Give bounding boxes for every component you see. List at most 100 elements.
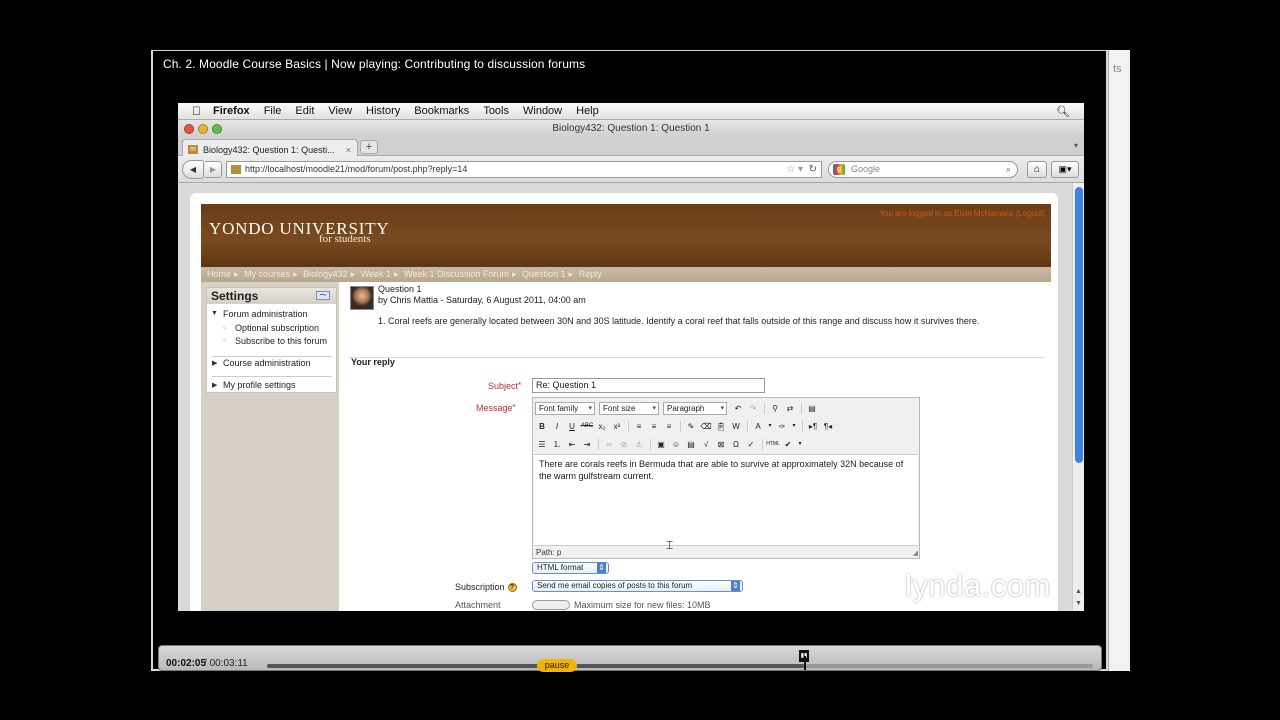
expanded-triangle-icon[interactable]: ▼ — [211, 310, 218, 317]
login-info[interactable]: You are logged in as Elvin McNamara (Log… — [879, 209, 1045, 218]
spotlight-search-icon[interactable]: 🔍︎ — [1056, 105, 1070, 118]
underline-icon[interactable]: U — [565, 420, 579, 433]
rtl-icon[interactable]: ¶◂ — [821, 420, 835, 433]
avatar[interactable] — [350, 286, 374, 310]
indent-icon[interactable]: ⇥ — [580, 438, 594, 451]
italic-icon[interactable]: I — [550, 420, 564, 433]
paste-text-icon[interactable]: 📋︎ — [714, 420, 728, 433]
browser-tab[interactable]: m Biology432: Question 1: Questi... × — [182, 139, 358, 156]
search-box[interactable]: g Google ⌕ — [828, 161, 1018, 178]
bookmark-star-icon[interactable]: ☆ ▾ — [786, 162, 803, 177]
home-button[interactable]: ⌂ — [1027, 161, 1047, 178]
align-center-icon[interactable]: ≡ — [647, 420, 661, 433]
bold-icon[interactable]: B — [535, 420, 549, 433]
scroll-down-icon[interactable]: ▼ — [1075, 600, 1082, 607]
new-tab-button[interactable]: + — [360, 140, 378, 154]
spellcheck-icon[interactable]: ✓ — [744, 438, 758, 451]
dock-block-icon[interactable]: −▫ — [316, 291, 330, 300]
breadcrumb-course[interactable]: Biology432 — [303, 269, 348, 279]
search-icon[interactable]: ⌕ — [1006, 162, 1011, 177]
text-color-icon[interactable]: A — [751, 420, 765, 433]
breadcrumb-my-courses[interactable]: My courses — [244, 269, 290, 279]
menu-help[interactable]: Help — [576, 105, 599, 117]
subscription-select[interactable]: Send me email copies of posts to this fo… — [532, 580, 743, 592]
scrollbar-thumb[interactable] — [1075, 187, 1083, 463]
undo-icon[interactable]: ↶ — [731, 402, 745, 415]
math-icon[interactable]: √ — [699, 438, 713, 451]
course-administration-link[interactable]: Course administration — [223, 358, 311, 368]
subscribe-forum-link[interactable]: Subscribe to this forum — [235, 336, 327, 346]
anchor-icon[interactable]: ⚓︎ — [632, 438, 646, 451]
google-icon[interactable]: g — [833, 164, 845, 175]
scroll-up-icon[interactable]: ▲ — [1075, 588, 1082, 595]
menu-bookmarks[interactable]: Bookmarks — [414, 105, 469, 117]
outdent-icon[interactable]: ⇤ — [565, 438, 579, 451]
font-family-select[interactable]: Font family — [535, 402, 595, 415]
address-bar[interactable]: http://localhost/moodle21/mod/forum/post… — [226, 161, 822, 178]
background-color-icon[interactable]: ✑ — [775, 420, 789, 433]
media-icon[interactable]: ▤ — [684, 438, 698, 451]
numbered-list-icon[interactable]: ⒈ — [550, 438, 564, 451]
find-icon[interactable]: ⚲ — [768, 402, 782, 415]
back-button[interactable]: ◀ — [182, 160, 204, 179]
menu-window[interactable]: Window — [523, 105, 562, 117]
special-char-icon[interactable]: Ω — [729, 438, 743, 451]
menu-history[interactable]: History — [366, 105, 400, 117]
format-select[interactable]: HTML format — [532, 562, 609, 574]
find-replace-icon[interactable]: ⇄ — [783, 402, 797, 415]
subject-input[interactable]: Re: Question 1 — [532, 378, 765, 393]
spellchecker-icon[interactable]: ✔ — [781, 438, 795, 451]
forward-button[interactable]: ▶ — [205, 161, 222, 178]
bullet-list-icon[interactable]: ☰ — [535, 438, 549, 451]
toggle-toolbar-icon[interactable]: ▤ — [805, 402, 819, 415]
html-source-icon[interactable]: HTML — [766, 438, 780, 451]
smiley-icon[interactable]: ☺ — [669, 438, 683, 451]
progress-track[interactable] — [267, 664, 1093, 668]
breadcrumb-home[interactable]: Home — [207, 269, 231, 279]
subscript-icon[interactable]: x₂ — [595, 420, 609, 433]
breadcrumb-week[interactable]: Week 1 — [361, 269, 391, 279]
optional-subscription-link[interactable]: Optional subscription — [235, 323, 319, 333]
paragraph-format-select[interactable]: Paragraph — [663, 402, 727, 415]
menu-edit[interactable]: Edit — [295, 105, 314, 117]
nolink-icon[interactable]: ⊠ — [714, 438, 728, 451]
menu-view[interactable]: View — [328, 105, 352, 117]
background-color-chevron-icon[interactable]: ▾ — [790, 420, 798, 433]
resize-handle-icon[interactable]: ◢ — [913, 549, 918, 557]
reload-icon[interactable]: ↻ — [809, 162, 817, 177]
profile-settings-link[interactable]: My profile settings — [223, 380, 296, 390]
align-left-icon[interactable]: ≡ — [632, 420, 646, 433]
bookmarks-button[interactable]: ▣▾ — [1051, 161, 1079, 178]
help-icon[interactable]: ? — [507, 583, 517, 593]
spellchecker-chevron-icon[interactable]: ▾ — [796, 438, 804, 451]
paste-word-icon[interactable]: W — [729, 420, 743, 433]
tab-close-icon[interactable]: × — [346, 145, 351, 155]
remove-format-icon[interactable]: ⌫ — [699, 420, 713, 433]
menu-file[interactable]: File — [264, 105, 282, 117]
vertical-scrollbar[interactable]: ▲ ▼ — [1072, 183, 1084, 611]
image-icon[interactable]: ▣ — [654, 438, 668, 451]
forum-administration-link[interactable]: Forum administration — [223, 309, 308, 319]
redo-icon[interactable]: ↷ — [746, 402, 760, 415]
breadcrumb-question[interactable]: Question 1 — [522, 269, 566, 279]
attachment-add-button[interactable] — [532, 600, 570, 610]
clean-up-icon[interactable]: ✎ — [684, 420, 698, 433]
align-right-icon[interactable]: ≡ — [662, 420, 676, 433]
text-color-chevron-icon[interactable]: ▾ — [766, 420, 774, 433]
unlink-icon[interactable]: ⊘ — [617, 438, 631, 451]
tab-list-chevron-icon[interactable]: ▾ — [1074, 141, 1078, 150]
apple-menu-icon[interactable]:  — [192, 104, 201, 118]
menu-tools[interactable]: Tools — [483, 105, 509, 117]
menu-firefox[interactable]: Firefox — [213, 105, 250, 117]
ltr-icon[interactable]: ▸¶ — [806, 420, 820, 433]
collapsed-triangle-icon[interactable]: ▶ — [212, 359, 217, 367]
font-size-select[interactable]: Font size — [599, 402, 659, 415]
strikethrough-icon[interactable]: ABC — [580, 420, 594, 433]
link-icon[interactable]: ∞ — [602, 438, 616, 451]
collapsed-triangle-icon[interactable]: ▶ — [212, 381, 217, 389]
superscript-icon[interactable]: x² — [610, 420, 624, 433]
breadcrumb-forum[interactable]: Week 1 Discussion Forum — [404, 269, 509, 279]
message-textarea[interactable]: There are corals reefs in Bermuda that a… — [534, 454, 918, 546]
navigation-toolbar: ◀ ▶ http://localhost/moodle21/mod/forum/… — [178, 156, 1084, 183]
pause-button[interactable]: pause — [537, 659, 577, 672]
